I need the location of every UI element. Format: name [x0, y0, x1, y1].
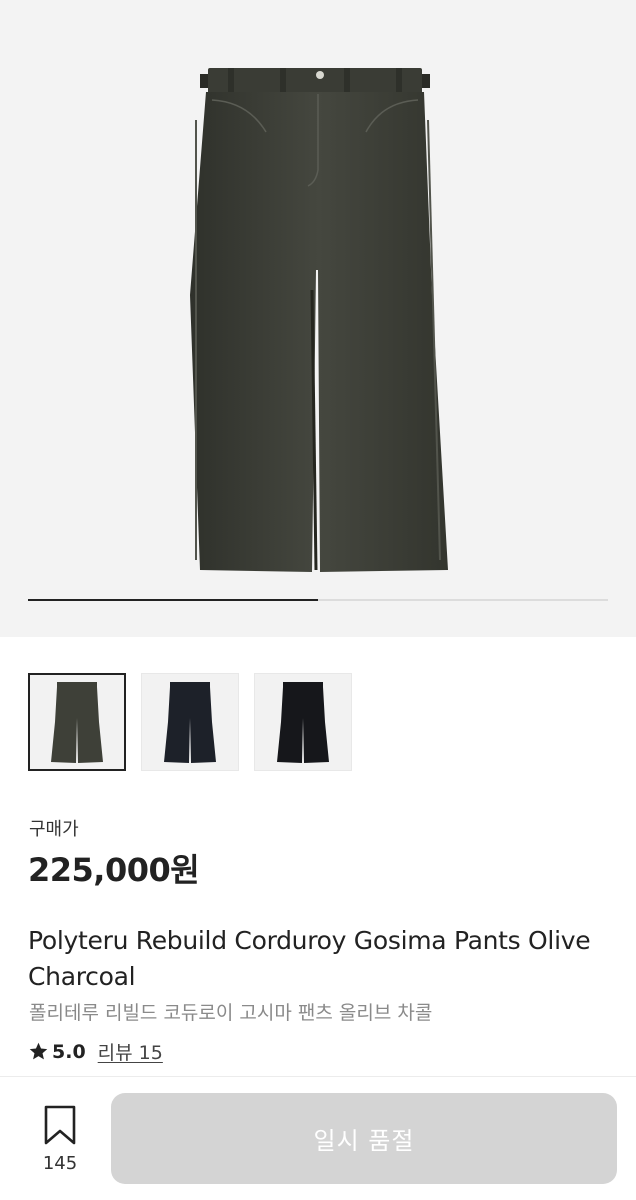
sold-out-button[interactable]: 일시 품절 [111, 1093, 617, 1184]
bookmark-icon [44, 1105, 76, 1145]
bookmark-count: 145 [42, 1153, 78, 1174]
product-image [190, 68, 448, 572]
gallery-progress-fill [28, 599, 318, 601]
thumbnail-image [51, 682, 103, 763]
thumbnail-2[interactable] [141, 673, 239, 771]
thumbnail-image [164, 682, 216, 763]
rating-value: 5.0 [52, 1040, 86, 1063]
product-name-english: Polyteru Rebuild Corduroy Gosima Pants O… [28, 926, 591, 991]
product-image-gallery[interactable] [0, 0, 636, 637]
price-value: 225,000원 [28, 851, 200, 889]
thumbnail-1[interactable] [28, 673, 126, 771]
gallery-progress-bar [28, 599, 608, 601]
price-label: 구매가 [29, 819, 79, 840]
thumbnail-list [28, 673, 352, 771]
star-icon [29, 1042, 48, 1060]
product-name-korean: 폴리테루 리빌드 코듀로이 고시마 팬츠 올리브 차콜 [29, 1002, 433, 1024]
thumbnail-3[interactable] [254, 673, 352, 771]
bookmark-button[interactable]: 145 [28, 1105, 92, 1174]
review-count-link[interactable]: 리뷰 15 [98, 1038, 163, 1065]
bottom-action-bar: 145 일시 품절 [0, 1077, 636, 1200]
thumbnail-image [277, 682, 329, 763]
rating-row: 5.0 리뷰 15 [28, 1038, 163, 1065]
